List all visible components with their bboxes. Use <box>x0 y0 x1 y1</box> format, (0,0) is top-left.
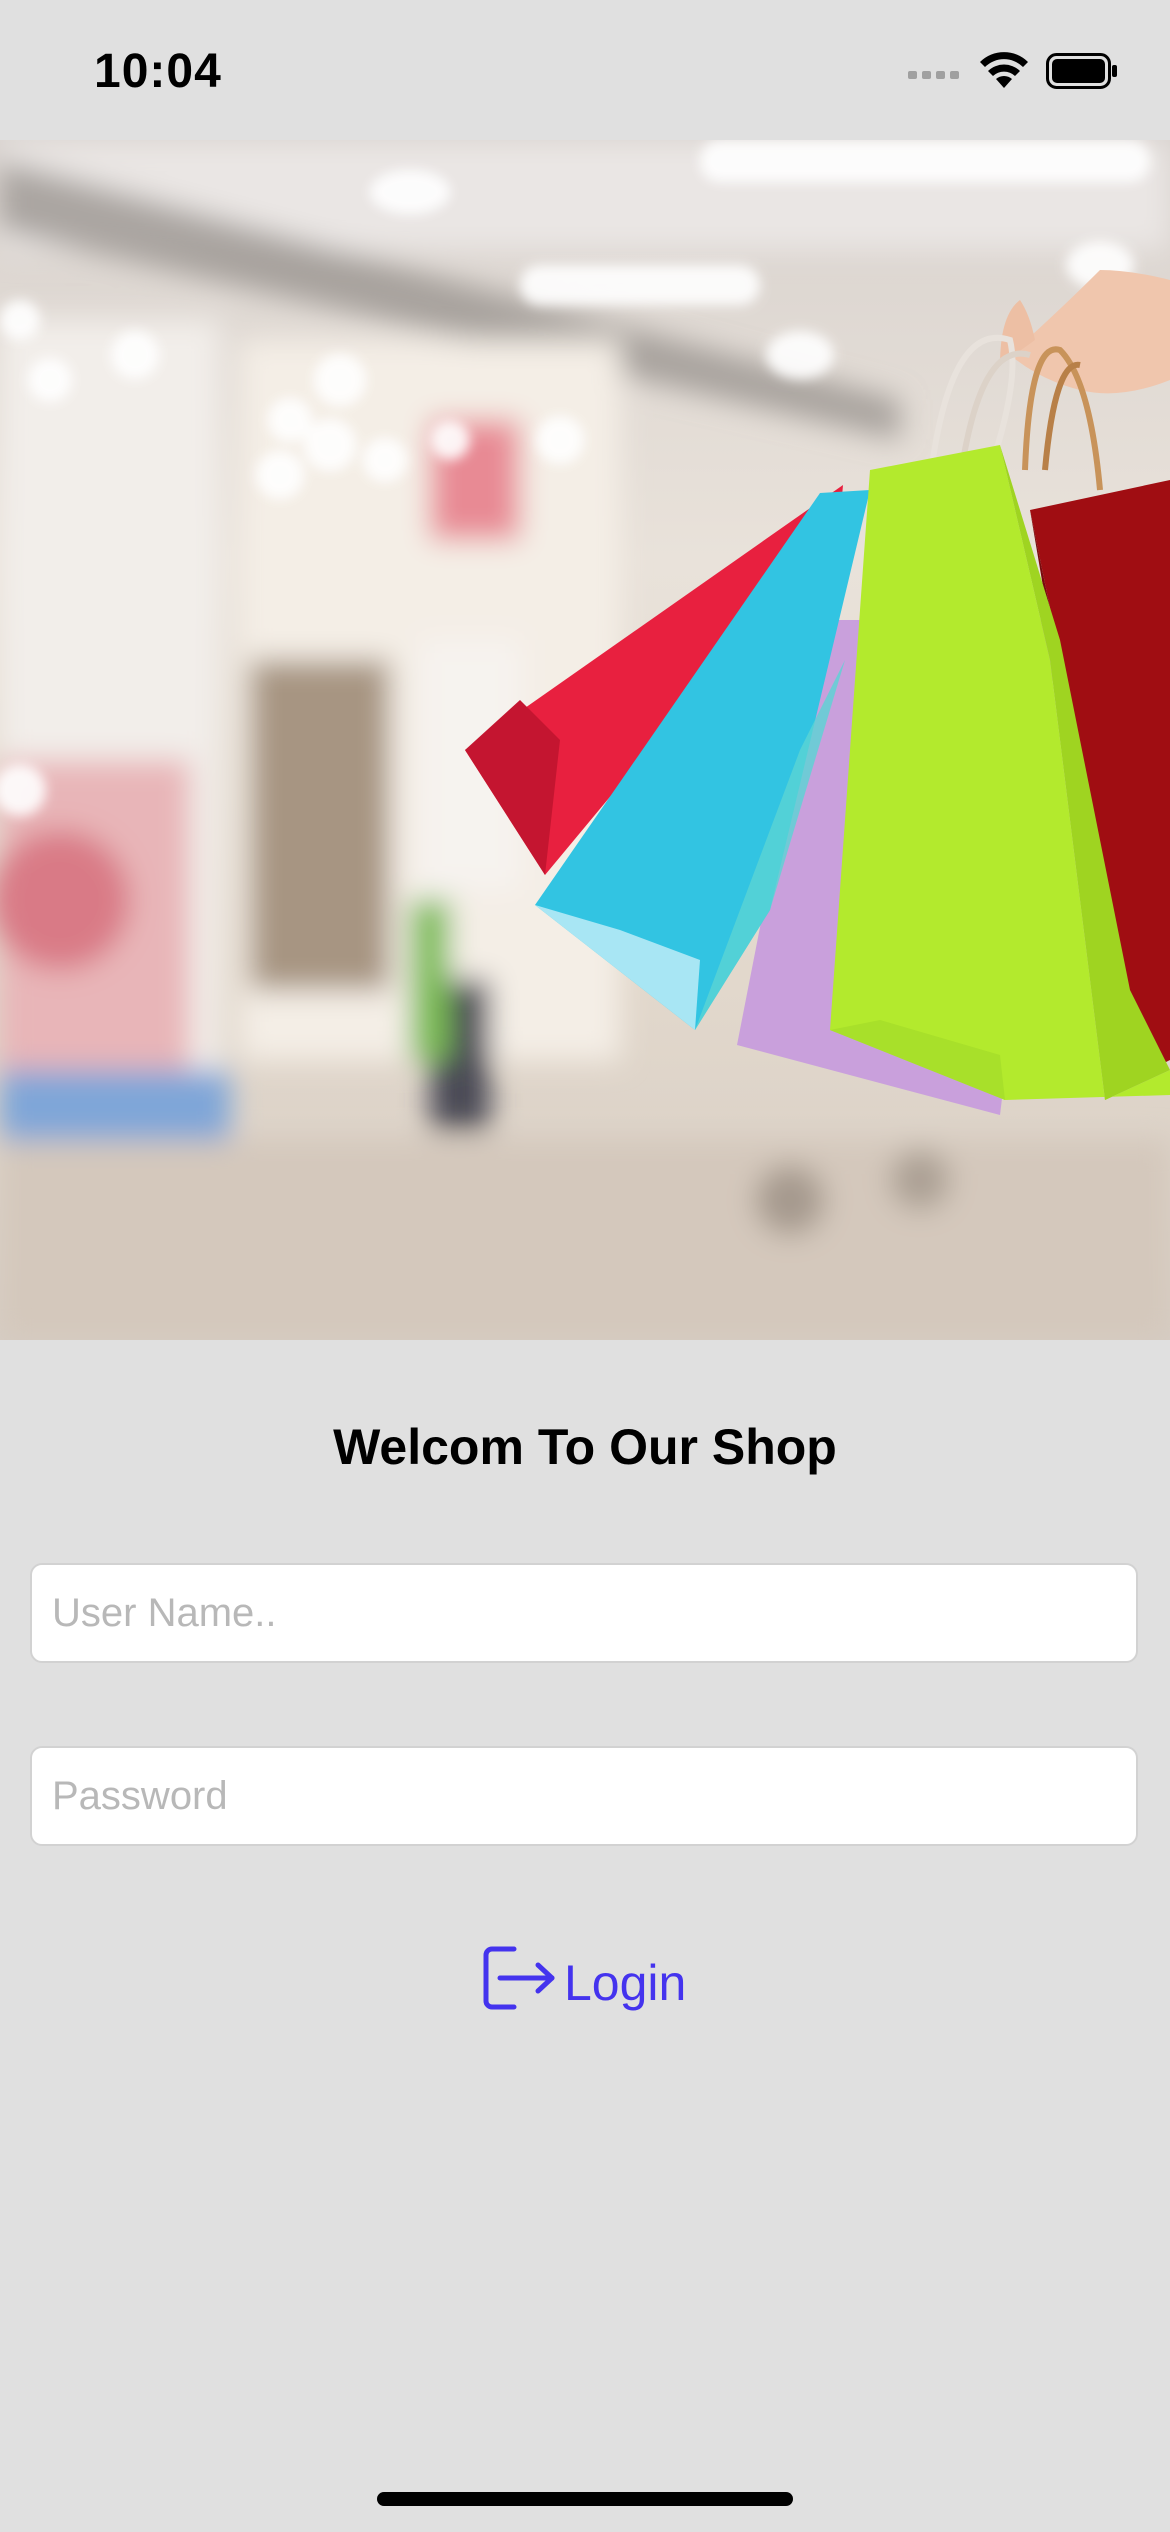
password-input[interactable] <box>30 1746 1138 1846</box>
username-input[interactable] <box>30 1563 1138 1663</box>
status-icons <box>908 52 1118 95</box>
welcome-title: Welcom To Our Shop <box>333 1419 837 1475</box>
home-indicator[interactable] <box>377 2492 793 2506</box>
battery-icon <box>1046 53 1118 94</box>
wifi-icon <box>980 52 1028 95</box>
status-time: 10:04 <box>94 45 222 98</box>
login-icon <box>480 1941 556 2025</box>
login-label: Login <box>564 1955 687 2011</box>
status-bar: 10:04 <box>0 0 1170 140</box>
hero-image <box>0 140 1170 1340</box>
signal-icon <box>908 61 962 86</box>
login-button[interactable]: Login <box>480 1944 686 2022</box>
